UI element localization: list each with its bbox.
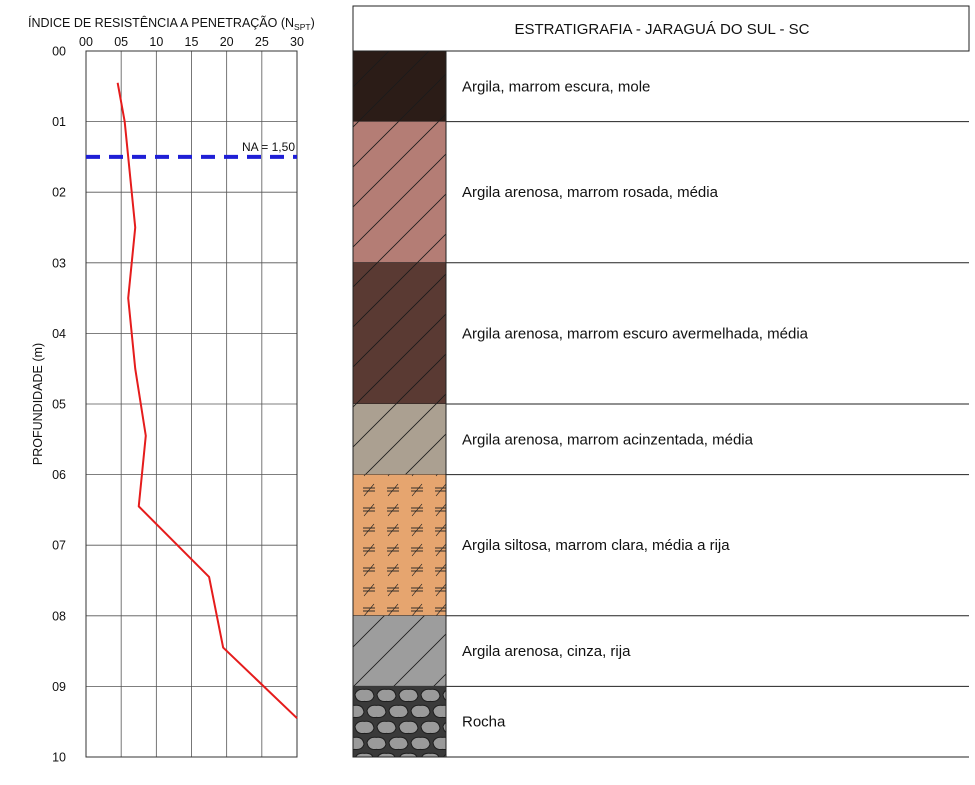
rock-clast (399, 752, 418, 757)
x-tick-labels: 00 05 10 15 20 25 30 (79, 35, 304, 49)
rock-clast (410, 736, 431, 751)
x-tick-label: 10 (149, 35, 163, 49)
y-tick-label: 10 (52, 751, 66, 765)
water-level-label: NA = 1,50 (242, 140, 295, 154)
strat-layer-label: Argila siltosa, marrom clara, média a ri… (462, 537, 730, 554)
chart-title: ÍNDICE DE RESISTÊNCIA A PENETRAÇÃO (NSPT… (28, 15, 315, 32)
y-tick-labels: 00 01 02 03 04 05 06 07 08 09 10 (52, 45, 66, 765)
rock-clast (388, 704, 409, 719)
strat-layer: Argila, marrom escura, mole (353, 51, 969, 123)
x-tick-label: 15 (185, 35, 199, 49)
y-tick-label: 09 (52, 680, 66, 694)
strat-layer-silt-pattern (353, 474, 446, 616)
stratigraphy-figure: ÍNDICE DE RESISTÊNCIA A PENETRAÇÃO (NSPT… (28, 5, 970, 765)
y-tick-label: 07 (52, 539, 66, 553)
strat-layer: Argila arenosa, marrom acinzentada, médi… (353, 404, 969, 476)
y-tick-label: 01 (52, 115, 66, 129)
rock-clast (377, 752, 396, 757)
strat-layers: Argila, marrom escura, mole Argila arenos… (353, 51, 969, 758)
strat-layer: Argila arenosa, cinza, rija (353, 615, 969, 687)
strat-layer-label: Argila arenosa, marrom escuro avermelhad… (462, 325, 809, 342)
strat-layer-hatch (353, 404, 446, 475)
rock-pattern (353, 686, 446, 757)
y-axis-label: PROFUNDIDADE (m) (31, 343, 45, 465)
rock-clast (410, 704, 431, 719)
y-tick-label: 02 (52, 186, 66, 200)
rock-clast (376, 720, 397, 735)
stratigraphy-panel: ESTRATIGRAFIA - JARAGUÁ DO SUL - SC Argi… (352, 5, 970, 758)
nspt-line (116, 82, 298, 719)
x-tick-label: 00 (79, 35, 93, 49)
strat-layer-label: Argila, marrom escura, mole (462, 78, 650, 95)
rock-clast (420, 720, 441, 735)
strat-layer-label: Rocha (462, 714, 506, 731)
strat-layer-hatch (353, 615, 446, 687)
x-tick-label: 20 (220, 35, 234, 49)
strat-layer: Argila arenosa, marrom escuro avermelhad… (353, 262, 969, 405)
y-tick-label: 00 (52, 45, 66, 59)
rock-clast (354, 688, 375, 703)
rock-clast (432, 704, 446, 719)
strat-layer-hatch (353, 51, 446, 122)
rock-clast (355, 752, 374, 757)
x-tick-label: 30 (290, 35, 304, 49)
strat-layer-label: Argila arenosa, cinza, rija (462, 643, 631, 660)
strat-layer-hatch (353, 262, 446, 404)
strat-layer: Argila siltosa, marrom clara, média a ri… (353, 474, 969, 617)
rock-clast (376, 688, 397, 703)
y-tick-label: 03 (52, 256, 66, 270)
rock-clast (398, 688, 419, 703)
strat-layer-label: Argila arenosa, marrom rosada, média (462, 184, 719, 201)
x-tick-label: 05 (114, 35, 128, 49)
rock-clast (366, 736, 387, 751)
rock-clast (353, 704, 365, 719)
y-tick-label: 04 (52, 327, 66, 341)
y-tick-label: 08 (52, 609, 66, 623)
rock-clast (420, 688, 441, 703)
strat-layer-label: Argila arenosa, marrom acinzentada, médi… (462, 431, 754, 448)
strat-layer-hatch (353, 121, 446, 263)
rock-clast (353, 736, 365, 751)
rock-clast (388, 736, 409, 751)
rock-clast (398, 720, 419, 735)
rock-clast (366, 704, 387, 719)
x-tick-label: 25 (255, 35, 269, 49)
strat-layer: Rocha (353, 686, 969, 758)
strat-title: ESTRATIGRAFIA - JARAGUÁ DO SUL - SC (514, 21, 809, 38)
rock-clast (421, 752, 440, 757)
y-tick-label: 06 (52, 468, 66, 482)
nspt-series (116, 82, 298, 719)
strat-layer: Argila arenosa, marrom rosada, média (353, 121, 969, 264)
rock-clast (354, 720, 375, 735)
y-tick-label: 05 (52, 398, 66, 412)
nspt-chart: ÍNDICE DE RESISTÊNCIA A PENETRAÇÃO (NSPT… (28, 15, 315, 765)
rock-clast (432, 736, 446, 751)
